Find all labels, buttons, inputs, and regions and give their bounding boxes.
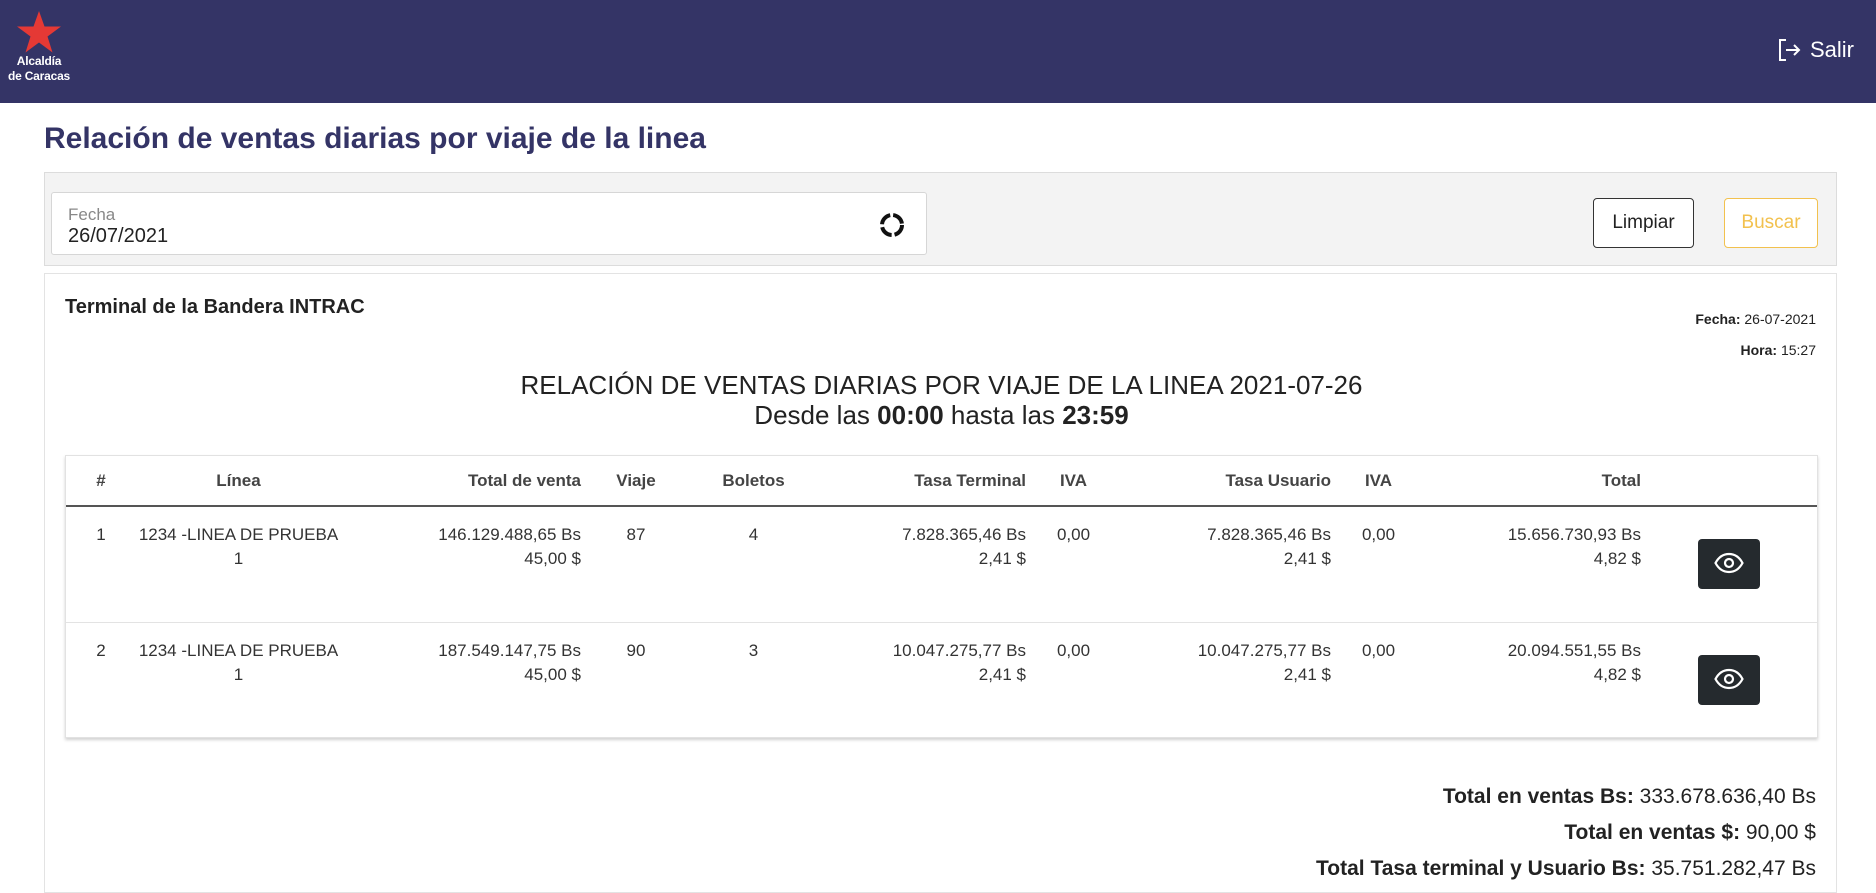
report-heading-range: Desde las 00:00 hasta las 23:59 — [754, 400, 1129, 430]
table-row: 1 1234 -LINEA DE PRUEBA 1 146.129.488,65… — [66, 506, 1817, 623]
cell-iva-2: 0,00 — [1331, 506, 1426, 623]
cell-boletos: 3 — [748, 640, 759, 660]
logo-text-line2: de Caracas — [7, 69, 71, 83]
col-header-boletos: Boletos — [691, 456, 816, 507]
filter-panel: Fecha 26/07/2021 Limpiar Buscar — [44, 172, 1837, 266]
col-header-iva-2: IVA — [1331, 456, 1426, 507]
cell-linea: 1234 -LINEA DE PRUEBA 1 — [138, 640, 339, 684]
col-header-actions — [1641, 456, 1817, 507]
report-card: Terminal de la Bandera INTRAC Fecha: 26-… — [44, 273, 1837, 893]
col-header-linea: Línea — [136, 456, 341, 507]
table-row: 2 1234 -LINEA DE PRUEBA 1 187.549.147,75… — [66, 622, 1817, 738]
top-navbar: Alcaldía de Caracas Salir — [0, 0, 1876, 103]
cell-total: 15.656.730,93 Bs 4,82 $ — [1426, 506, 1641, 623]
totals-summary: Total en ventas Bs: 333.678.636,40 Bs To… — [1316, 779, 1816, 887]
cell-linea: 1234 -LINEA DE PRUEBA 1 — [136, 506, 341, 623]
report-time: Hora: 15:27 — [1740, 342, 1817, 358]
cell-total: 20.094.551,55 Bs 4,82 $ — [1507, 640, 1641, 684]
cell-actions — [1641, 622, 1817, 738]
col-header-tasa-usuario: Tasa Usuario — [1121, 456, 1331, 507]
page-title: Relación de ventas diarias por viaje de … — [44, 122, 706, 155]
search-button[interactable]: Buscar — [1724, 198, 1818, 248]
loading-spinner-icon — [880, 213, 904, 237]
eye-icon — [1714, 668, 1744, 689]
alcaldia-logo[interactable]: Alcaldía de Caracas — [4, 10, 74, 90]
date-field[interactable]: Fecha 26/07/2021 — [51, 192, 927, 255]
cell-iva-1: 0,00 — [1026, 506, 1121, 623]
sales-table: # Línea Total de venta Viaje Boletos Tas… — [66, 456, 1817, 738]
logo-text-line1: Alcaldía — [16, 54, 62, 68]
star-icon — [17, 11, 61, 53]
col-header-number: # — [66, 456, 136, 507]
report-heading-title: RELACIÓN DE VENTAS DIARIAS POR VIAJE DE … — [520, 370, 1363, 400]
date-field-value[interactable]: 26/07/2021 — [68, 225, 168, 248]
report-date: Fecha: 26-07-2021 — [1695, 311, 1816, 327]
terminal-name: Terminal de la Bandera INTRAC — [65, 296, 365, 318]
cell-boletos: 4 — [691, 506, 816, 623]
total-ventas-usd: Total en ventas $: 90,00 $ — [1564, 821, 1816, 844]
cell-actions — [1641, 506, 1817, 623]
cell-total-venta: 146.129.488,65 Bs 45,00 $ — [341, 506, 581, 623]
col-header-viaje: Viaje — [581, 456, 691, 507]
eye-icon — [1714, 552, 1744, 574]
cell-number: 1 — [66, 506, 136, 623]
cell-total-venta: 187.549.147,75 Bs 45,00 $ — [438, 640, 581, 684]
logout-button[interactable]: Salir — [1776, 36, 1854, 64]
report-meta: Fecha: 26-07-2021 Hora: 15:27 — [1695, 304, 1816, 366]
view-detail-button[interactable] — [1698, 539, 1760, 589]
logout-label: Salir — [1809, 37, 1854, 62]
clear-button[interactable]: Limpiar — [1593, 198, 1694, 248]
cell-tasa-usuario: 7.828.365,46 Bs 2,41 $ — [1121, 506, 1331, 623]
cell-tasa-terminal: 10.047.275,77 Bs 2,41 $ — [892, 640, 1026, 684]
col-header-iva-1: IVA — [1026, 456, 1121, 507]
view-detail-button[interactable] — [1698, 654, 1760, 705]
cell-iva-2: 0,00 — [1361, 640, 1396, 660]
cell-number: 2 — [96, 640, 106, 660]
sales-table-wrapper: # Línea Total de venta Viaje Boletos Tas… — [65, 455, 1818, 738]
cell-viaje: 90 — [626, 640, 646, 660]
cell-viaje: 87 — [581, 506, 691, 623]
total-tasa: Total Tasa terminal y Usuario Bs: 35.751… — [1316, 857, 1816, 880]
date-field-label: Fecha — [68, 205, 116, 224]
table-header-row: # Línea Total de venta Viaje Boletos Tas… — [66, 456, 1817, 507]
total-ventas-bs: Total en ventas Bs: 333.678.636,40 Bs — [1442, 785, 1816, 808]
col-header-total: Total — [1426, 456, 1641, 507]
cell-tasa-usuario: 10.047.275,77 Bs 2,41 $ — [1197, 640, 1331, 684]
report-heading: RELACIÓN DE VENTAS DIARIAS POR VIAJE DE … — [45, 370, 1838, 430]
col-header-total-venta: Total de venta — [341, 456, 581, 507]
cell-tasa-terminal: 7.828.365,46 Bs 2,41 $ — [816, 506, 1026, 623]
cell-iva-1: 0,00 — [1056, 640, 1091, 660]
col-header-tasa-terminal: Tasa Terminal — [816, 456, 1026, 507]
logout-icon — [1778, 39, 1801, 61]
